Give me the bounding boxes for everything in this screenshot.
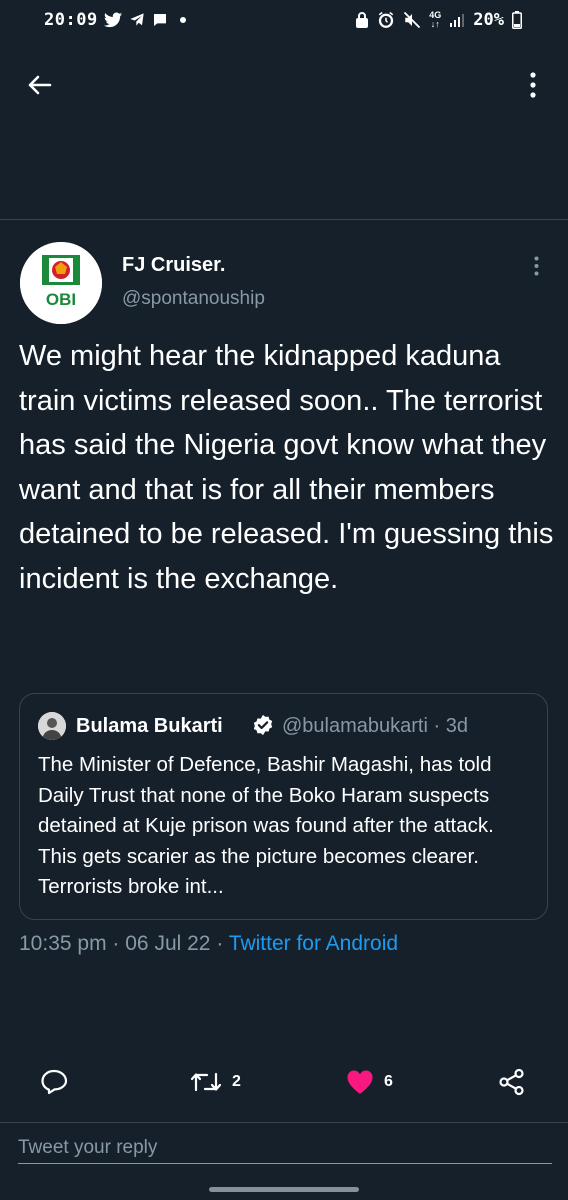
home-indicator[interactable]: [209, 1187, 359, 1192]
tweet-source-link[interactable]: Twitter for Android: [229, 932, 398, 955]
tweet-meta: 10:35 pm · 06 Jul 22 · Twitter for Andro…: [19, 932, 398, 956]
more-vertical-icon: [530, 72, 536, 98]
reply-icon: [41, 1069, 68, 1095]
heart-icon: [347, 1070, 373, 1094]
back-button[interactable]: [22, 68, 56, 102]
author-handle[interactable]: @spontanouship: [122, 288, 265, 310]
dot-icon: [180, 17, 186, 23]
alarm-icon: [379, 11, 394, 28]
system-icons: 4G ↓↑ 20%: [355, 10, 522, 30]
divider: [0, 1122, 568, 1123]
separator: ·: [433, 715, 441, 737]
network-icon: 4G ↓↑: [429, 10, 442, 29]
quoted-tweet-card[interactable]: Bulama Bukarti @bulamabukarti · 3d The M…: [19, 693, 548, 920]
separator: ·: [112, 932, 120, 955]
reply-input[interactable]: [18, 1133, 552, 1164]
quoted-age: 3d: [445, 715, 468, 737]
divider: [0, 219, 568, 220]
lock-icon: [356, 12, 369, 28]
quoted-avatar: [38, 712, 66, 740]
share-icon: [499, 1068, 524, 1096]
obi-logo: OBI: [20, 242, 102, 324]
share-button[interactable]: [498, 1060, 526, 1104]
notification-icons: [104, 10, 187, 30]
tweet-actions: 2 6: [0, 1060, 568, 1104]
status-bar: 20:09 4G ↓↑ 20%: [0, 0, 568, 44]
quoted-handle-line: @bulamabukarti · 3d: [282, 715, 468, 738]
tweet-text: We might hear the kidnapped kaduna train…: [19, 340, 554, 595]
tweet-date: 06 Jul 22: [125, 932, 211, 955]
tweet-more-button[interactable]: [524, 252, 548, 280]
avatar[interactable]: OBI: [20, 242, 102, 324]
network-type: 4G: [429, 10, 442, 20]
quoted-author-handle: @bulamabukarti: [282, 715, 428, 737]
separator: ·: [216, 932, 224, 955]
signal-icon: [450, 14, 465, 27]
more-vertical-icon: [534, 256, 538, 276]
top-bar: [0, 56, 568, 112]
like-button[interactable]: 6: [346, 1060, 393, 1104]
tweet-time: 10:35 pm: [19, 932, 107, 955]
avatar-text: OBI: [46, 290, 76, 309]
like-count: 6: [384, 1073, 393, 1090]
quoted-tweet-text: The Minister of Defence, Bashir Magashi,…: [38, 753, 494, 898]
verified-badge-icon: [253, 714, 273, 736]
retweet-count: 2: [232, 1073, 241, 1090]
mute-icon: [404, 11, 421, 29]
battery-percent: 20%: [473, 10, 504, 30]
telegram-icon: [130, 13, 144, 26]
retweet-button[interactable]: 2: [190, 1060, 241, 1104]
battery-icon: [512, 11, 522, 29]
quoted-author-name: Bulama Bukarti: [76, 715, 223, 737]
reply-button[interactable]: [40, 1060, 68, 1104]
chat-bubble-icon: [154, 14, 166, 26]
author-name[interactable]: FJ Cruiser.: [122, 254, 225, 277]
back-arrow-icon: [28, 75, 52, 95]
retweet-icon: [190, 1072, 222, 1092]
more-options-button[interactable]: [516, 68, 550, 102]
status-time: 20:09: [44, 10, 98, 30]
twitter-icon: [104, 12, 122, 28]
